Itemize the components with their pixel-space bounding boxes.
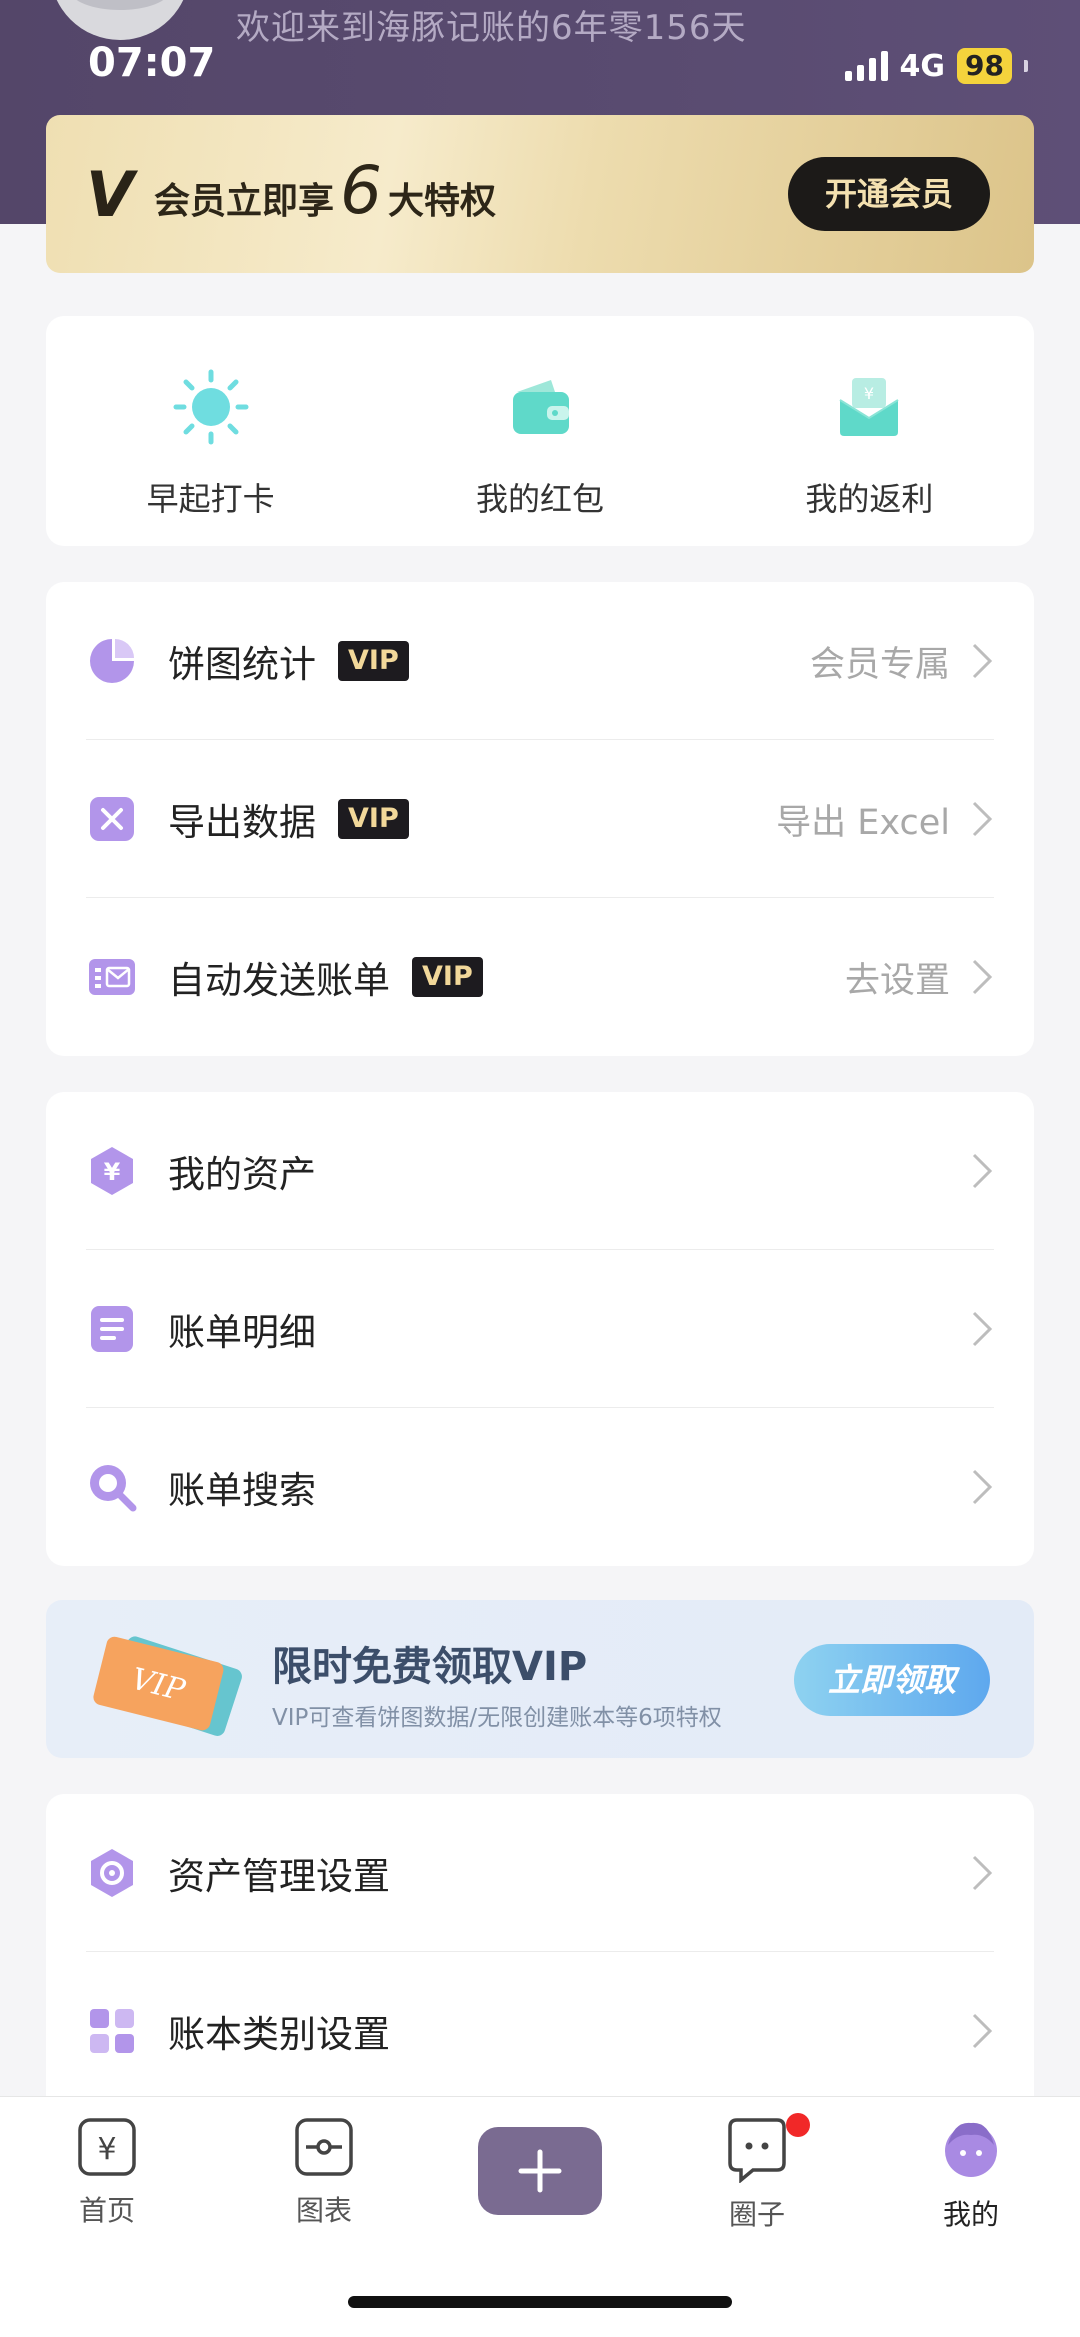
menu-item-export[interactable]: 导出数据 VIP 导出 Excel	[86, 740, 994, 898]
status-time: 07:07	[88, 40, 216, 86]
chevron-right-icon	[972, 801, 993, 837]
add-record-button[interactable]	[478, 2127, 602, 2215]
vip-logo-icon: V	[86, 158, 134, 231]
menu-item-title: 账本类别设置	[168, 2013, 390, 2056]
export-icon	[86, 793, 138, 845]
chevron-right-icon	[972, 1855, 993, 1891]
menu-item-title: 自动发送账单	[168, 959, 390, 1002]
quick-item-rebate[interactable]: ¥ 我的返利	[705, 316, 1034, 546]
menu-item-hint: 去设置	[844, 960, 950, 1001]
settings-card: 资产管理设置 账本类别设置	[46, 1794, 1034, 2124]
pie-chart-icon	[86, 635, 138, 687]
quick-actions-card: 早起打卡 我的红包 ¥ 我的返利	[46, 316, 1034, 546]
quick-item-label: 我的红包	[475, 480, 604, 518]
chart-icon	[295, 2118, 353, 2176]
chevron-right-icon	[972, 1311, 993, 1347]
mail-icon	[86, 951, 138, 1003]
notification-dot	[786, 2113, 810, 2137]
promo-subtitle: VIP可查看饼图数据/无限创建账本等6项特权	[272, 1705, 722, 1731]
vip-banner-text: 会员立即享 6 大特权	[154, 152, 497, 229]
vip-ticket-icon: VIP	[93, 1636, 242, 1736]
menu-item-title: 账单明细	[168, 1311, 316, 1354]
chevron-right-icon	[972, 1153, 993, 1189]
chevron-right-icon	[972, 643, 993, 679]
vip-tag: VIP	[338, 641, 409, 681]
menu-item-title: 资产管理设置	[168, 1855, 390, 1898]
menu-item-assets[interactable]: ¥ 我的资产	[86, 1092, 994, 1250]
asset-icon: ¥	[86, 1145, 138, 1197]
quick-item-checkin[interactable]: 早起打卡	[46, 316, 375, 546]
menu-item-title: 饼图统计	[168, 643, 316, 686]
menu-item-category-settings[interactable]: 账本类别设置	[86, 1952, 994, 2110]
plus-icon	[518, 2149, 562, 2193]
chevron-right-icon	[972, 1469, 993, 1505]
battery-icon: 98	[957, 48, 1012, 84]
menu-item-title: 账单搜索	[168, 1469, 316, 1512]
svg-text:¥: ¥	[97, 2132, 116, 2167]
svg-text:¥: ¥	[864, 384, 874, 403]
status-indicators: 4G 98	[844, 48, 1028, 84]
chevron-right-icon	[972, 959, 993, 995]
menu-item-title: 导出数据	[168, 801, 316, 844]
battery-tip	[1024, 60, 1028, 72]
grid-icon	[86, 2005, 138, 2057]
tab-label: 图表	[295, 2194, 352, 2227]
signal-icon	[844, 51, 888, 81]
home-indicator	[348, 2296, 732, 2308]
vip-banner-prefix: 会员立即享	[154, 181, 335, 222]
menu-item-pie-chart[interactable]: 饼图统计 VIP 会员专属	[86, 582, 994, 740]
menu-item-hint: 会员专属	[809, 644, 950, 685]
open-membership-button[interactable]: 开通会员	[788, 157, 990, 231]
tab-label: 首页	[78, 2194, 135, 2227]
vip-features-card: 饼图统计 VIP 会员专属 导出数据 VIP 导出 Excel 自动发送账单 V…	[46, 582, 1034, 1056]
vip-banner-number: 6	[340, 152, 383, 229]
tab-label: 圈子	[728, 2198, 785, 2231]
bill-data-card: ¥ 我的资产 账单明细 账单搜索	[46, 1092, 1034, 1566]
wallet-icon	[495, 362, 585, 452]
quick-item-label: 我的返利	[805, 480, 934, 518]
vip-tag: VIP	[412, 957, 483, 997]
profile-icon	[945, 2122, 997, 2177]
svg-text:¥: ¥	[104, 1158, 121, 1186]
menu-item-hint: 导出 Excel	[776, 802, 950, 843]
menu-item-bill-search[interactable]: 账单搜索	[86, 1408, 994, 1566]
chat-icon	[728, 2118, 786, 2183]
menu-item-asset-settings[interactable]: 资产管理设置	[86, 1794, 994, 1952]
yen-icon: ¥	[78, 2118, 136, 2176]
list-icon	[86, 1303, 138, 1355]
welcome-text: 欢迎来到海豚记账的6年零156天	[236, 8, 747, 48]
menu-item-bill-details[interactable]: 账单明细	[86, 1250, 994, 1408]
quick-item-red-packet[interactable]: 我的红包	[375, 316, 704, 546]
sun-icon	[166, 362, 256, 452]
claim-now-button[interactable]: 立即领取	[794, 1644, 990, 1716]
promo-title: 限时免费领取VIP	[272, 1644, 588, 1690]
vip-tag: VIP	[338, 799, 409, 839]
menu-item-title: 我的资产	[168, 1153, 316, 1196]
tab-home[interactable]: ¥ 首页	[47, 2117, 167, 2229]
vip-banner[interactable]: V 会员立即享 6 大特权 开通会员	[46, 115, 1034, 273]
vip-banner-suffix: 大特权	[388, 181, 497, 222]
envelope-icon: ¥	[824, 362, 914, 452]
search-icon	[86, 1461, 138, 1513]
quick-item-label: 早起打卡	[146, 480, 275, 518]
menu-item-auto-send[interactable]: 自动发送账单 VIP 去设置	[86, 898, 994, 1056]
tab-profile[interactable]: 我的	[911, 2117, 1031, 2233]
gear-icon	[86, 1847, 138, 1899]
chevron-right-icon	[972, 2013, 993, 2049]
network-type: 4G	[899, 48, 946, 84]
free-vip-promo-banner[interactable]: VIP 限时免费领取VIP VIP可查看饼图数据/无限创建账本等6项特权 立即领…	[46, 1600, 1034, 1758]
tab-charts[interactable]: 图表	[264, 2117, 384, 2229]
tab-label: 我的	[942, 2198, 999, 2231]
